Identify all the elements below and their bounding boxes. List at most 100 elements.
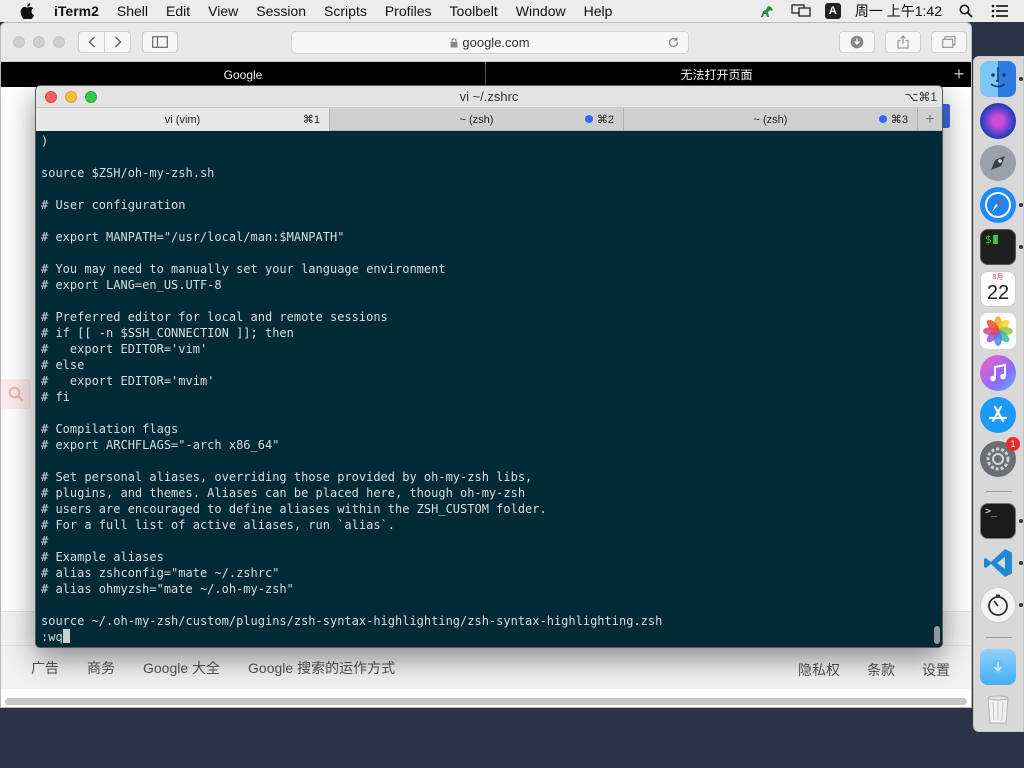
calendar-icon[interactable]: 8月 22 [980, 271, 1016, 307]
tab-overview-button[interactable] [931, 31, 967, 53]
menu-bar: iTerm2 Shell Edit View Session Scripts P… [0, 0, 1024, 22]
back-button[interactable] [78, 31, 105, 53]
dock: $ 8月 22 1 >_ [973, 56, 1024, 732]
safari-tab-error[interactable]: 无法打开页面 [486, 62, 947, 87]
terminal-line: ) [41, 134, 49, 148]
display-mirroring-icon[interactable] [791, 3, 811, 19]
terminal-line: # export MANPATH="/usr/local/man:$MANPAT… [41, 230, 345, 244]
spotlight-search-icon[interactable] [956, 3, 976, 19]
iterm-zoom-button[interactable] [85, 91, 97, 103]
terminal-line: # export EDITOR='vim' [41, 342, 208, 356]
activity-dot-icon [585, 115, 593, 123]
horizontal-scrollbar[interactable] [5, 698, 967, 705]
app-store-icon[interactable] [980, 397, 1016, 433]
notification-center-icon[interactable] [990, 3, 1010, 19]
iterm-close-button[interactable] [45, 91, 57, 103]
menu-edit[interactable]: Edit [166, 3, 190, 19]
reload-icon[interactable] [667, 36, 680, 49]
running-indicator [1019, 245, 1023, 249]
search-icon[interactable] [1, 379, 31, 409]
chevron-left-icon [87, 36, 95, 48]
terminal-line: # users are encouraged to define aliases… [41, 502, 547, 516]
apple-menu-icon[interactable] [20, 0, 38, 22]
terminal-line: # Preferred editor for local and remote … [41, 310, 388, 324]
safari-icon[interactable] [980, 187, 1016, 223]
new-tab-plus-icon[interactable]: + [947, 62, 971, 87]
terminal-line: # export LANG=en_US.UTF-8 [41, 278, 222, 292]
iterm-new-tab-plus-icon[interactable]: + [918, 108, 942, 131]
downloads-button[interactable] [839, 31, 875, 53]
share-button[interactable] [885, 31, 921, 53]
footer-link-privacy[interactable]: 隐私权 [798, 660, 840, 680]
notification-badge: 1 [1006, 437, 1020, 451]
terminal-line: source $ZSH/oh-my-zsh.sh [41, 166, 215, 180]
google-footer-links: 广告 商务 Google 大全 Google 搜索的运作方式 隐私权 条款 设置 [1, 645, 971, 689]
terminal-line: # if [[ -n $SSH_CONNECTION ]]; then [41, 326, 294, 340]
safari-tab-google[interactable]: Google [1, 62, 486, 87]
calendar-day: 22 [986, 282, 1010, 304]
system-preferences-icon[interactable]: 1 [980, 437, 1020, 477]
activity-dot-icon [879, 115, 887, 123]
vim-command-line[interactable]: :wq [41, 629, 942, 645]
launchpad-icon[interactable] [980, 145, 1016, 181]
running-indicator [1019, 77, 1023, 81]
iterm-tab-label: ~ (zsh) [753, 113, 788, 126]
menu-scripts[interactable]: Scripts [324, 3, 367, 19]
terminal-icon[interactable]: $ [980, 229, 1016, 265]
downloads-folder-icon[interactable] [980, 649, 1016, 685]
sidebar-toggle-button[interactable] [142, 31, 178, 53]
menu-profiles[interactable]: Profiles [385, 3, 432, 19]
siri-icon[interactable] [980, 103, 1016, 139]
trash-icon[interactable] [980, 691, 1016, 727]
terminal-line: # export EDITOR='mvim' [41, 374, 215, 388]
menu-shell[interactable]: Shell [117, 3, 148, 19]
menu-session[interactable]: Session [256, 3, 306, 19]
footer-link-ads[interactable]: 广告 [31, 658, 59, 678]
iterm-tab-label: ~ (zsh) [459, 113, 494, 126]
horse-status-icon[interactable] [757, 3, 777, 19]
terminal-line: # else [41, 358, 85, 372]
terminal-line: # plugins, and themes. Aliases can be pl… [41, 486, 526, 500]
menu-toolbelt[interactable]: Toolbelt [450, 3, 498, 19]
safari-close-button[interactable] [13, 36, 25, 48]
calendar-month: 8月 [992, 274, 1004, 281]
menu-view[interactable]: View [208, 3, 238, 19]
forward-button[interactable] [104, 31, 131, 53]
text-cursor [62, 629, 70, 643]
terminal-scrollbar[interactable] [934, 626, 940, 644]
menu-clock[interactable]: 周一 上午1:42 [855, 1, 942, 21]
iterm-tab-zsh-2[interactable]: ~ (zsh) ⌘2 [330, 108, 624, 131]
chevron-right-icon [114, 36, 122, 48]
timer-app-icon[interactable] [980, 587, 1016, 623]
terminal-line: # You may need to manually set your lang… [41, 262, 446, 276]
iterm-tab-zsh-3[interactable]: ~ (zsh) ⌘3 [624, 108, 918, 131]
terminal-line: # [41, 534, 49, 548]
photos-icon[interactable] [980, 313, 1016, 349]
footer-link-terms[interactable]: 条款 [867, 660, 895, 680]
iterm-dock-icon[interactable]: >_ [980, 503, 1016, 539]
iterm-minimize-button[interactable] [65, 91, 77, 103]
safari-zoom-button[interactable] [53, 36, 65, 48]
footer-link-how-search-works[interactable]: Google 搜索的运作方式 [248, 658, 395, 678]
iterm-tab-shortcut: ⌘3 [890, 114, 908, 126]
vscode-icon[interactable] [980, 545, 1016, 581]
menu-help[interactable]: Help [584, 3, 613, 19]
footer-link-business[interactable]: 商务 [87, 658, 115, 678]
input-method-icon[interactable]: A [824, 3, 841, 19]
footer-link-settings[interactable]: 设置 [922, 660, 950, 680]
menu-window[interactable]: Window [516, 3, 566, 19]
iterm-tab-vim[interactable]: vi (vim) ⌘1 [36, 108, 330, 131]
menu-app-name[interactable]: iTerm2 [54, 3, 99, 19]
safari-minimize-button[interactable] [33, 36, 45, 48]
terminal-content[interactable]: ) source $ZSH/oh-my-zsh.sh # User configur… [36, 132, 942, 647]
tabs-icon [942, 36, 956, 48]
safari-tab-bar: Google 无法打开页面 + [1, 62, 971, 87]
music-icon[interactable] [980, 355, 1016, 391]
finder-icon[interactable] [980, 61, 1016, 97]
url-bar[interactable]: google.com [291, 31, 689, 54]
footer-link-about[interactable]: Google 大全 [143, 658, 220, 678]
dock-separator [986, 637, 1012, 638]
